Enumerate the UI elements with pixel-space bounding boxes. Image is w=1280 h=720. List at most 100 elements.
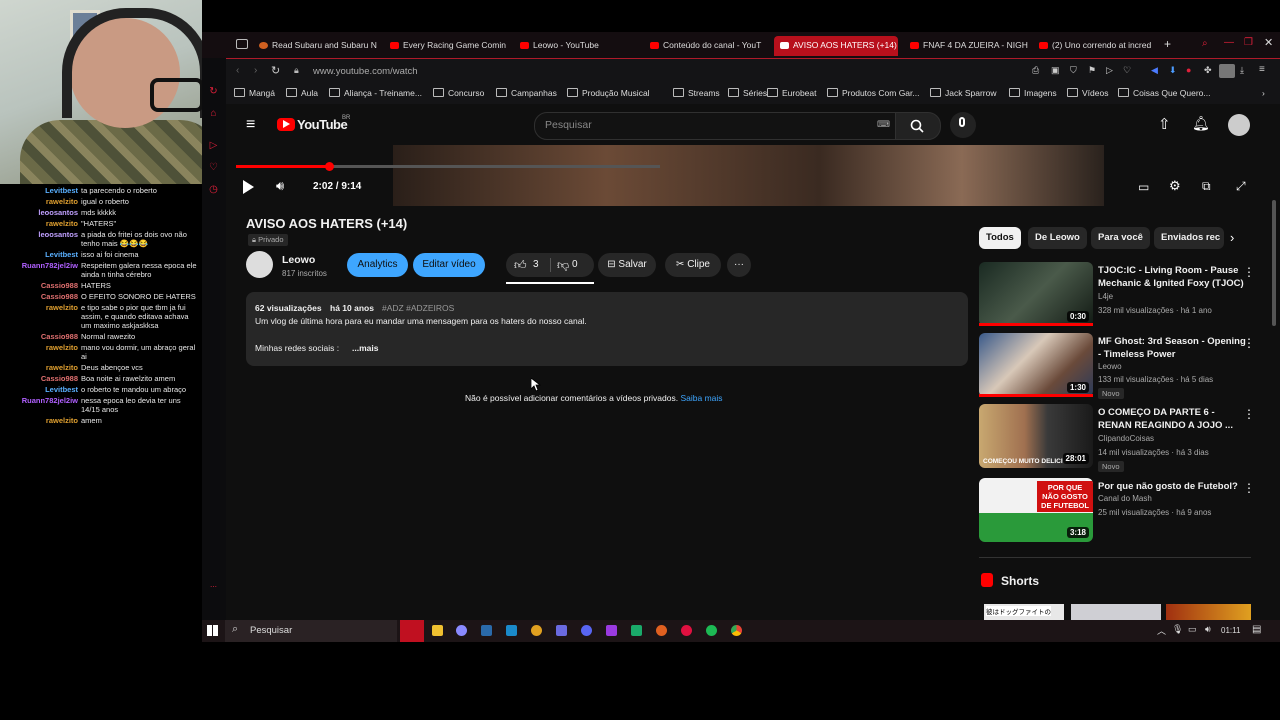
firefox-icon[interactable]	[656, 625, 667, 636]
miniplayer-icon[interactable]: ⧉	[1202, 179, 1211, 194]
minimize-icon[interactable]: —	[1224, 37, 1234, 48]
app-icon[interactable]	[606, 625, 617, 636]
opera-taskbar-icon[interactable]	[400, 620, 424, 642]
description-box[interactable]: 62 visualizações há 10 anos #ADZ #ADZEIR…	[246, 292, 968, 366]
like-icon[interactable]: 👍︎	[514, 253, 527, 277]
volume-icon[interactable]: 🔊︎	[276, 178, 284, 194]
recommended-video[interactable]: POR QUE NÃO GOSTO DE FUTEBOL 3:18 Por qu…	[979, 478, 1269, 544]
url-field[interactable]: www.youtube.com/watch	[313, 66, 418, 77]
bookmark-item[interactable]: Vídeos	[1067, 88, 1108, 98]
chrome-icon[interactable]	[731, 625, 742, 636]
heart-icon[interactable]: ♡	[1123, 65, 1131, 76]
search-tabs-icon[interactable]: ⌕	[1202, 38, 1208, 49]
bookmark-item[interactable]: Jack Sparrow	[930, 88, 997, 98]
more-vert-icon[interactable]: ⋮	[1243, 482, 1255, 494]
edit-video-button[interactable]: Editar vídeo	[413, 253, 485, 277]
chips-next-icon[interactable]: ›	[1230, 230, 1234, 245]
thumbnail[interactable]: COMEÇOU MUITO DELICI 28:01	[979, 404, 1093, 468]
clock[interactable]: 01:11	[1221, 626, 1240, 635]
bookmarks-overflow-icon[interactable]: ›	[1262, 88, 1265, 98]
upload-icon[interactable]: ⇧	[1158, 115, 1171, 133]
channel-name[interactable]: Canal do Mash	[1098, 494, 1152, 503]
spotify-icon[interactable]	[706, 625, 717, 636]
windows-start-icon[interactable]	[207, 625, 218, 636]
tab-4-active[interactable]: AVISO AOS HATERS (+14)	[774, 36, 898, 56]
player-icon[interactable]: ▷	[208, 140, 219, 151]
tab-1[interactable]: Every Racing Game Comin	[390, 36, 508, 56]
bookmark-item[interactable]: Séries	[728, 88, 767, 98]
extension-icon[interactable]: ●	[1186, 65, 1191, 75]
bookmark-item[interactable]: Eurobeat	[767, 88, 817, 98]
bag-icon[interactable]: ⌂	[208, 108, 219, 119]
learn-more-link[interactable]: Saiba mais	[680, 393, 722, 403]
reload-icon[interactable]: ↻	[271, 64, 280, 77]
account-avatar[interactable]	[1228, 114, 1250, 136]
bookmark-item[interactable]: Aula	[286, 88, 318, 98]
camera-icon[interactable]: ▣	[1051, 65, 1060, 76]
channel-name[interactable]: L4je	[1098, 292, 1113, 301]
download-icon[interactable]: ⬇	[1169, 65, 1177, 76]
more-vert-icon[interactable]: ⋮	[1243, 266, 1255, 278]
downloads-icon[interactable]: ⤓	[1240, 65, 1244, 76]
bookmark-item[interactable]: Produtos Com Gar...	[827, 88, 919, 98]
hamburger-menu-icon[interactable]: ≡	[246, 116, 255, 134]
tab-2[interactable]: Leowo - YouTube	[520, 36, 638, 56]
channel-name[interactable]: ClipandoCoisas	[1098, 434, 1154, 443]
new-tab-icon[interactable]: +	[1164, 37, 1171, 51]
bookmark-item[interactable]: Imagens	[1009, 88, 1057, 98]
back-icon[interactable]: ‹	[236, 65, 239, 76]
hashtags[interactable]: #ADZ #ADZEIROS	[382, 303, 454, 313]
bookmark-icon[interactable]: ⚑	[1088, 65, 1096, 76]
app-icon[interactable]	[631, 625, 642, 636]
channel-name[interactable]: Leowo	[282, 254, 315, 266]
chip-for-you[interactable]: Para você	[1091, 227, 1150, 249]
short-thumbnail[interactable]: 彼はドッグファイトの	[984, 604, 1064, 620]
play-icon[interactable]: ▷	[1106, 65, 1113, 76]
tab-5[interactable]: FNAF 4 DA ZUEIRA - NIGH	[910, 36, 1028, 56]
save-button[interactable]: ⊟ Salvar	[598, 253, 656, 277]
snapshot-icon[interactable]: ⎙	[1032, 65, 1039, 76]
chip-recent[interactable]: Enviados rec	[1154, 227, 1224, 249]
clip-button[interactable]: ✂ Clipe	[665, 253, 721, 277]
network-icon[interactable]: ▭	[1188, 624, 1197, 635]
analytics-button[interactable]: Analytics	[347, 253, 408, 277]
clock-icon[interactable]: ◷	[208, 184, 219, 195]
video-frame[interactable]	[393, 145, 1104, 206]
discord-icon[interactable]	[581, 625, 592, 636]
short-thumbnail[interactable]	[1166, 604, 1251, 620]
menu-icon[interactable]: ≡	[1259, 64, 1265, 75]
profile-avatar[interactable]	[1219, 64, 1235, 78]
steam-icon[interactable]	[481, 625, 492, 636]
dislike-icon[interactable]: 👎︎	[557, 253, 569, 277]
tray-chevron-icon[interactable]: ︿	[1157, 624, 1166, 637]
maximize-icon[interactable]: ❐	[1244, 37, 1253, 48]
tab-3[interactable]: Conteúdo do canal - YouT	[650, 36, 768, 56]
bookmark-item[interactable]: Streams	[673, 88, 720, 98]
channel-avatar[interactable]	[246, 251, 273, 278]
bookmark-item[interactable]: Mangá	[234, 88, 275, 98]
search-button[interactable]	[895, 112, 941, 140]
scrollbar[interactable]	[1272, 200, 1276, 326]
audio-icon[interactable]: ◀︎	[1151, 65, 1158, 76]
taskbar-search-input[interactable]: ⌕ Pesquisar	[225, 620, 397, 642]
thumbnail[interactable]: POR QUE NÃO GOSTO DE FUTEBOL 3:18	[979, 478, 1093, 542]
play-icon[interactable]	[243, 180, 254, 194]
bookmark-item[interactable]: Campanhas	[496, 88, 557, 98]
tab-0[interactable]: Read Subaru and Subaru N	[259, 36, 377, 56]
close-window-icon[interactable]: ✕	[1264, 36, 1273, 49]
bookmark-item[interactable]: Aliança - Treiname...	[329, 88, 422, 98]
recommended-video[interactable]: COMEÇOU MUITO DELICI 28:01 O COMEÇO DA P…	[979, 404, 1269, 472]
shield-icon[interactable]: ⛉	[1070, 65, 1077, 76]
vscode-icon[interactable]	[506, 625, 517, 636]
recommended-video[interactable]: 0:30 TJOC:IC - Living Room - Pause Mecha…	[979, 262, 1269, 328]
notifications-icon[interactable]: ▤	[1252, 624, 1261, 635]
thumbnail[interactable]: 1:30	[979, 333, 1093, 397]
more-vert-icon[interactable]: ⋮	[1243, 337, 1255, 349]
tab-6[interactable]: (2) Uno correndo at incred	[1039, 36, 1157, 56]
voice-search-button[interactable]	[950, 112, 976, 138]
chip-from-channel[interactable]: De Leowo	[1028, 227, 1087, 249]
chip-all[interactable]: Todos	[979, 227, 1021, 249]
notifications-bell-icon[interactable]: 🔔︎	[1192, 115, 1210, 132]
history-icon[interactable]: ↻	[208, 86, 219, 97]
more-actions-button[interactable]: ···	[727, 253, 751, 277]
